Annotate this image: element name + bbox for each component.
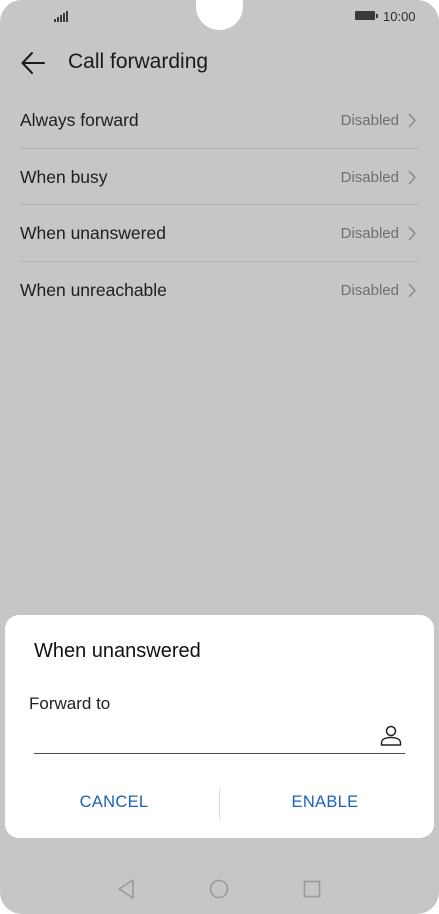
list-item-label: When busy (20, 166, 108, 187)
list-item-status: Disabled (340, 112, 399, 129)
forward-to-label: Forward to (29, 694, 111, 713)
dialog-title: When unanswered (34, 640, 201, 662)
chevron-right-icon (408, 226, 417, 241)
list-item-when-busy[interactable]: When busy Disabled (0, 149, 439, 205)
chevron-right-icon (408, 113, 417, 128)
back-arrow-icon[interactable] (20, 50, 46, 76)
contact-icon[interactable] (379, 723, 403, 747)
list-item-when-unreachable[interactable]: When unreachable Disabled (0, 262, 439, 319)
navigation-bar (0, 866, 439, 914)
list-item-when-unanswered[interactable]: When unanswered Disabled (0, 205, 439, 262)
forwarding-options-list: Always forward Disabled When busy Disabl… (0, 92, 439, 318)
app-bar: Call forwarding (0, 34, 439, 92)
list-item-label: When unreachable (20, 279, 167, 300)
nav-home-icon[interactable] (209, 879, 229, 899)
cancel-button[interactable]: CANCEL (14, 779, 214, 825)
page-title: Call forwarding (68, 50, 209, 73)
status-bar: 10:00 (0, 0, 439, 34)
list-item-status: Disabled (340, 281, 399, 299)
list-item-status: Disabled (340, 225, 399, 242)
forward-number-input[interactable] (34, 718, 364, 752)
chevron-right-icon (408, 169, 417, 185)
forward-number-field (34, 718, 405, 754)
nav-recent-icon[interactable] (303, 880, 321, 898)
list-item-always-forward[interactable]: Always forward Disabled (0, 92, 439, 149)
list-item-status: Disabled (340, 168, 399, 186)
battery-icon (355, 11, 378, 20)
input-underline (34, 753, 405, 754)
enable-button[interactable]: ENABLE (225, 779, 425, 825)
camera-notch (196, 0, 243, 30)
chevron-right-icon (408, 282, 417, 298)
status-time: 10:00 (383, 9, 416, 24)
button-divider (219, 789, 220, 819)
phone-screen: 10:00 Call forwarding Always forward Dis… (0, 0, 439, 914)
signal-icon (54, 10, 70, 22)
forward-dialog: When unanswered Forward to CANCEL ENABLE (5, 615, 434, 838)
nav-back-icon[interactable] (116, 878, 136, 900)
list-item-label: Always forward (20, 110, 139, 130)
list-item-label: When unanswered (20, 223, 166, 243)
